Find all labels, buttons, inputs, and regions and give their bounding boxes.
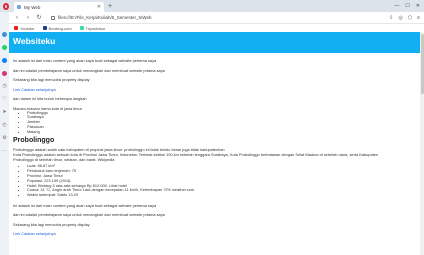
extensions-icon[interactable]: ⬡	[408, 15, 412, 21]
tripadvisor-icon	[79, 26, 84, 30]
minimize-button[interactable]: —	[394, 3, 399, 9]
new-tab-button[interactable]: +	[108, 3, 112, 10]
facts-list: Luas: 56,67 km² Penduduk baru terjemah: …	[13, 164, 418, 198]
settings-icon[interactable]: ⚙	[2, 136, 7, 141]
bookmark-youtube[interactable]: Youtube	[14, 26, 35, 31]
tab-close-icon[interactable]: ✕	[97, 4, 101, 10]
site-title: Websiteku	[13, 36, 56, 46]
file-icon	[51, 15, 55, 20]
opera-icon[interactable]	[2, 32, 7, 37]
bookmark-label: Tripadvisor	[85, 25, 106, 31]
booking-icon	[42, 26, 47, 30]
scrollbar-thumb[interactable]	[420, 34, 424, 94]
main-content: Ini adalah isi dari main content yang ak…	[13, 58, 418, 236]
next-note-link[interactable]: Link Catatan selanjutnya	[13, 231, 418, 236]
messenger-icon[interactable]	[2, 58, 7, 63]
address-bar: ‹ › ↻ files:///E:/File_Kerja/Kuliah/5_Se…	[0, 12, 424, 24]
reload-icon[interactable]: ↻	[36, 14, 42, 21]
header-banner: Websiteku	[9, 32, 424, 53]
tab-favicon-icon	[17, 5, 21, 9]
bookmark-label: Booking.com	[48, 25, 72, 31]
more-icon[interactable]: ⋯	[2, 149, 7, 154]
whatsapp-icon[interactable]	[2, 45, 7, 50]
close-window-button[interactable]: ✕	[416, 3, 420, 9]
forward-icon[interactable]: ›	[25, 15, 31, 21]
bookmark-label: Youtube	[20, 25, 35, 31]
send-icon[interactable]: ➤	[2, 110, 7, 115]
page-content: Websiteku Ini adalah isi dari main conte…	[9, 32, 424, 255]
city-list: Probolinggo Surabaya Jember Pasuruan Mal…	[13, 110, 418, 135]
history-icon[interactable]: ◷	[2, 84, 7, 89]
tab-title: My Web	[24, 4, 41, 10]
url-text: files:///E:/File_Kerja/Kuliah/5_Semester…	[58, 15, 152, 20]
back-icon[interactable]: ‹	[14, 15, 20, 21]
section-heading: Probolinggo	[13, 137, 55, 145]
heart-icon[interactable]: ♡	[2, 97, 7, 102]
bookmarks-bar: Youtube Booking.com Tripadvisor	[14, 24, 424, 32]
bookmark-tripadvisor[interactable]: Tripadvisor	[79, 25, 106, 31]
snapshot-icon[interactable]: ◎	[398, 15, 402, 21]
url-field[interactable]: files:///E:/File_Kerja/Kuliah/5_Semester…	[51, 14, 271, 22]
opera-logo-icon[interactable]	[0, 0, 12, 12]
download-icon[interactable]: ⇩	[389, 15, 393, 21]
window-controls: — ☐ ✕	[394, 0, 424, 12]
browser-tab[interactable]: My Web ✕	[14, 2, 104, 12]
sidebar: ◷ ♡ ➤ ◴ ⚙ ⋯	[0, 12, 9, 255]
clock-icon[interactable]: ◴	[2, 123, 7, 128]
toolbar-right: ⇩ ◎ ⬡ ≡	[389, 12, 420, 24]
bookmark-booking[interactable]: Booking.com	[42, 25, 72, 31]
maximize-button[interactable]: ☐	[405, 3, 409, 9]
list-item: Malang	[27, 129, 418, 135]
tab-bar: My Web ✕ + — ☐ ✕	[0, 0, 424, 12]
youtube-icon	[14, 26, 18, 30]
description: Probolinggo di sebelah timur, selatan, d…	[13, 157, 115, 163]
menu-icon[interactable]: ≡	[417, 15, 420, 21]
instagram-icon[interactable]	[2, 71, 7, 76]
